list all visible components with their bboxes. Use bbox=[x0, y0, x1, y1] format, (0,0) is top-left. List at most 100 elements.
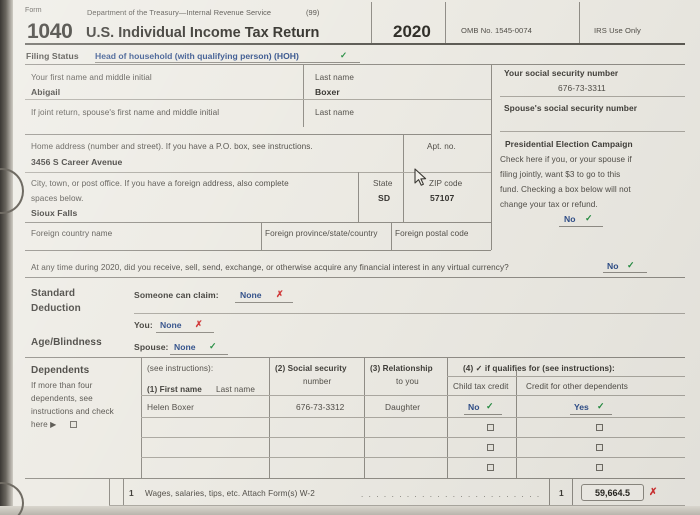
dependents-col4b-header: Credit for other dependents bbox=[526, 382, 628, 391]
tax-year: 2020 bbox=[393, 22, 431, 41]
virtual-currency-question: At any time during 2020, did you receive… bbox=[31, 263, 509, 272]
income-amount-divider-1 bbox=[549, 478, 550, 506]
state-divider bbox=[358, 172, 359, 222]
last-name-label: Last name bbox=[315, 73, 354, 82]
campaign-line-1: Check here if you, or your spouse if bbox=[500, 155, 632, 164]
someone-can-claim-x-icon: ✗ bbox=[276, 289, 284, 299]
zip-value[interactable]: 57107 bbox=[430, 193, 454, 204]
dependent-child-tax-credit-underline bbox=[464, 414, 502, 415]
dependents-header-bottom-rule bbox=[141, 395, 685, 396]
dependent-child-tax-credit-checkbox[interactable] bbox=[487, 464, 494, 471]
age-blindness-you-x-icon: ✗ bbox=[195, 319, 203, 329]
dependent-other-dependents-checkbox[interactable] bbox=[596, 424, 603, 431]
campaign-check-icon: ✓ bbox=[585, 213, 593, 223]
dependent-other-dependents-underline bbox=[570, 414, 612, 415]
age-blindness-spouse-value[interactable]: None bbox=[174, 342, 195, 353]
state-label: State bbox=[373, 179, 393, 188]
zip-label: ZIP code bbox=[429, 179, 463, 188]
apt-divider bbox=[403, 134, 404, 176]
campaign-underline bbox=[559, 226, 603, 227]
dependents-row2-rule bbox=[141, 437, 685, 438]
dependents-col-divider-4 bbox=[516, 370, 517, 478]
income-line-number: 1 bbox=[129, 488, 134, 498]
home-address-value[interactable]: 3456 S Career Avenue bbox=[31, 157, 122, 168]
virtual-currency-value[interactable]: No bbox=[607, 261, 618, 272]
form-1040-page: Form Department of the Treasury—Internal… bbox=[0, 0, 700, 515]
agency-paren: (99) bbox=[306, 8, 320, 17]
income-line-number-divider bbox=[123, 478, 124, 506]
header-divider-2 bbox=[445, 2, 446, 43]
dependent-other-dependents-check-icon: ✓ bbox=[597, 401, 605, 411]
apt-no-label: Apt. no. bbox=[427, 142, 456, 151]
someone-can-claim-value[interactable]: None bbox=[240, 290, 261, 301]
virtual-currency-underline bbox=[603, 272, 647, 273]
your-name-value[interactable]: Abigail bbox=[31, 87, 60, 98]
header-divider-3 bbox=[579, 2, 580, 43]
home-address-label: Home address (number and street). If you… bbox=[31, 142, 313, 151]
foreign-province-label: Foreign province/state/country bbox=[265, 229, 378, 238]
dependent-name[interactable]: Helen Boxer bbox=[147, 402, 194, 413]
income-amount-value[interactable]: 59,664.5 bbox=[581, 484, 644, 501]
dependents-col4a-header: Child tax credit bbox=[453, 382, 509, 391]
dependent-child-tax-credit-value[interactable]: No bbox=[468, 402, 479, 413]
age-blindness-spouse-check-icon: ✓ bbox=[209, 341, 217, 351]
dependents-see-instructions: (see instructions): bbox=[147, 364, 214, 373]
dependent-other-dependents-value[interactable]: Yes bbox=[574, 402, 589, 413]
age-blindness-spouse-underline bbox=[170, 354, 228, 355]
campaign-line-2: filing jointly, want $3 to go to this bbox=[500, 170, 621, 179]
header-bottom-rule bbox=[25, 43, 685, 45]
filing-status-value[interactable]: Head of household (with qualifying perso… bbox=[95, 51, 299, 62]
dependents-col2-header-line1: (2) Social security bbox=[275, 364, 347, 373]
foreign-postal-label: Foreign postal code bbox=[395, 229, 469, 238]
dependents-col1-header-b: Last name bbox=[216, 385, 255, 394]
name-row-divider bbox=[25, 99, 491, 100]
age-blindness-you-underline bbox=[156, 332, 214, 333]
dependent-child-tax-credit-checkbox[interactable] bbox=[487, 444, 494, 451]
dependents-title: Dependents bbox=[31, 365, 90, 376]
spouse-last-name-label: Last name bbox=[315, 108, 354, 117]
dependents-col4-header: (4) ✓ if qualifies for (see instructions… bbox=[463, 364, 615, 373]
your-ssn-label: Your social security number bbox=[504, 68, 619, 78]
foreign-province-divider bbox=[261, 222, 262, 250]
dependents-note-line2: dependents, see bbox=[31, 394, 93, 403]
header-divider-1 bbox=[371, 2, 372, 43]
age-blindness-spouse-label: Spouse: bbox=[134, 342, 169, 352]
campaign-line-4: change your tax or refund. bbox=[500, 200, 598, 209]
dependents-col3-header-line2: to you bbox=[396, 377, 419, 386]
age-blindness-you-label: You: bbox=[134, 320, 153, 330]
campaign-value[interactable]: No bbox=[564, 214, 575, 225]
filing-status-underline bbox=[95, 62, 360, 63]
page-bottom-edge-shadow bbox=[0, 506, 700, 515]
your-ssn-value[interactable]: 676-73-3311 bbox=[558, 83, 606, 94]
last-name-value[interactable]: Boxer bbox=[315, 87, 340, 98]
campaign-title: Presidential Election Campaign bbox=[505, 139, 633, 149]
foreign-row-bottom-rule bbox=[25, 250, 491, 251]
income-amount-divider-2 bbox=[572, 478, 573, 506]
city-value[interactable]: Sioux Falls bbox=[31, 208, 77, 219]
dependents-col1-header: (1) First name bbox=[147, 385, 202, 394]
dependent-child-tax-credit-checkbox[interactable] bbox=[487, 424, 494, 431]
mouse-cursor-icon bbox=[414, 168, 427, 186]
age-blindness-bottom-rule bbox=[25, 357, 685, 358]
dependents-note-line4: here ▶ bbox=[31, 420, 57, 429]
irs-use-only: IRS Use Only bbox=[594, 26, 641, 35]
age-blindness-you-value[interactable]: None bbox=[160, 320, 181, 331]
dependent-ssn[interactable]: 676-73-3312 bbox=[296, 402, 344, 413]
dependents-note-line1: If more than four bbox=[31, 381, 93, 390]
dependents-col4-subdivider bbox=[447, 376, 685, 377]
someone-can-claim-label: Someone can claim: bbox=[134, 290, 219, 300]
city-label-line1: City, town, or post office. If you have … bbox=[31, 179, 289, 188]
dependents-bottom-rule bbox=[25, 478, 685, 479]
campaign-line-3: fund. Checking a box below will not bbox=[500, 185, 631, 194]
city-label-line2: spaces below. bbox=[31, 194, 84, 203]
agency-label: Department of the Treasury—Internal Reve… bbox=[87, 8, 272, 17]
address-block-bottom-rule bbox=[25, 222, 491, 223]
omb-number: OMB No. 1545-0074 bbox=[461, 26, 532, 35]
dependents-more-than-four-checkbox[interactable] bbox=[70, 421, 77, 428]
dependent-other-dependents-checkbox[interactable] bbox=[596, 464, 603, 471]
state-value[interactable]: SD bbox=[378, 193, 390, 204]
income-left-divider bbox=[109, 478, 110, 506]
form-title: U.S. Individual Income Tax Return bbox=[86, 25, 320, 41]
dependent-relationship[interactable]: Daughter bbox=[385, 402, 420, 413]
dependent-other-dependents-checkbox[interactable] bbox=[596, 444, 603, 451]
